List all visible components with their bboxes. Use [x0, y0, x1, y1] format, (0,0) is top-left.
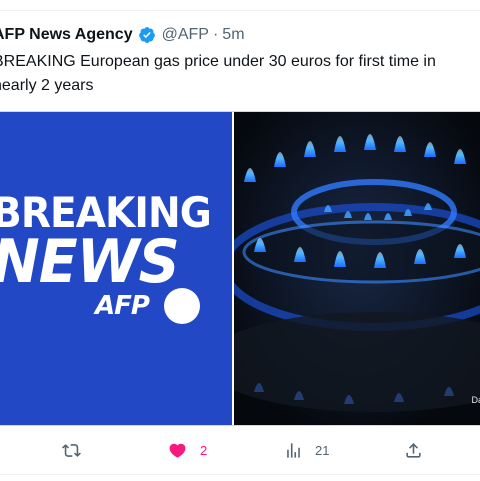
tweet-actions: 2 21 [0, 424, 480, 474]
gas-flame-illustration [234, 112, 480, 425]
top-divider [0, 10, 480, 11]
news-word: NEWS [0, 227, 180, 297]
tweet-timestamp[interactable]: 5m [222, 24, 244, 46]
tweet-media[interactable]: BREAKING NEWS AFP D [0, 111, 480, 426]
retweet-icon [62, 443, 81, 457]
bar-chart-icon [287, 442, 300, 458]
afp-logo-circle [164, 288, 200, 324]
photo-credit: Dar [471, 395, 480, 405]
author-handle[interactable]: @AFP [162, 24, 209, 46]
tweet-header: AFP News Agency @AFP · 5m [0, 24, 245, 46]
views-count: 21 [315, 442, 330, 458]
share-button[interactable] [404, 440, 423, 460]
tweet-text: BREAKING European gas price under 30 eur… [0, 53, 436, 94]
views-button[interactable]: 21 [284, 440, 329, 460]
retweet-button[interactable] [62, 440, 81, 460]
header-separator: · [212, 26, 219, 43]
like-button[interactable]: 2 [168, 440, 207, 460]
breaking-news-image[interactable]: BREAKING NEWS AFP [0, 112, 232, 425]
bottom-divider [0, 474, 480, 475]
heart-filled-icon [169, 443, 186, 458]
like-count: 2 [200, 442, 208, 458]
verified-badge-icon [138, 27, 155, 43]
share-icon [406, 442, 421, 458]
afp-logo-text: AFP [95, 291, 150, 321]
author-name[interactable]: AFP News Agency [0, 24, 133, 46]
gas-burner-image[interactable]: Dar [234, 112, 480, 425]
